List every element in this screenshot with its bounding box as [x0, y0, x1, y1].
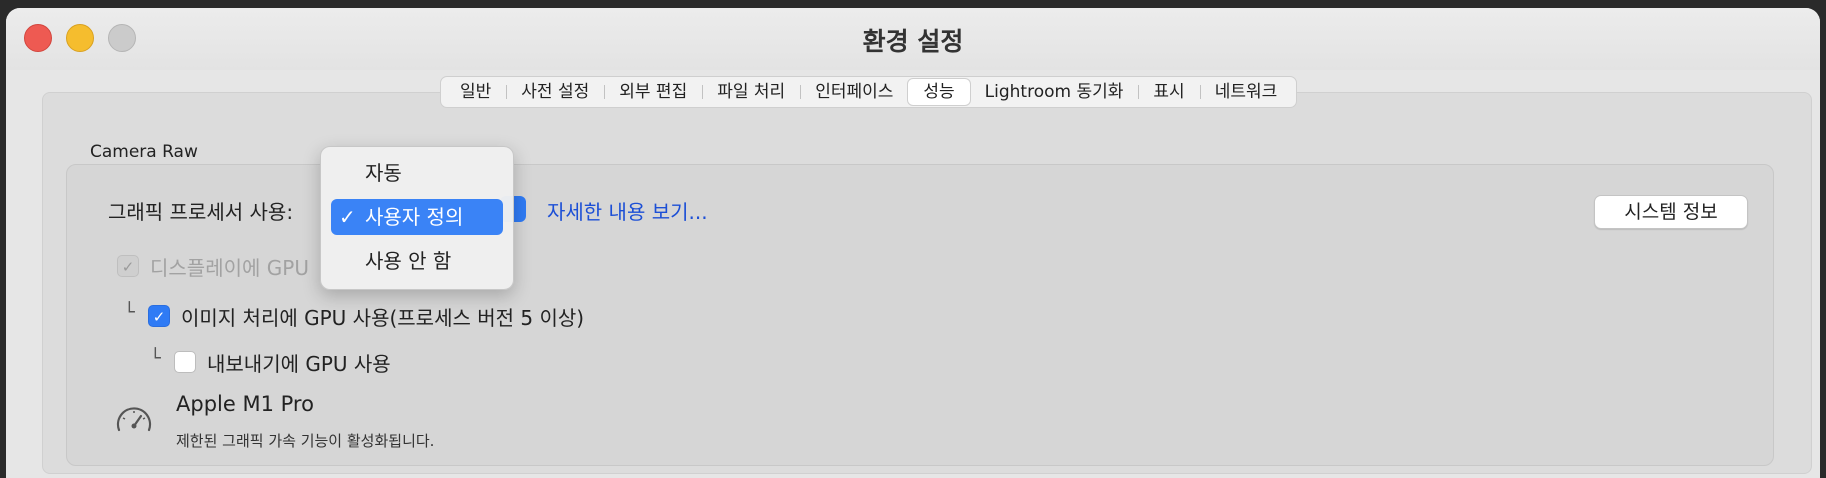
system-info-button[interactable]: 시스템 정보: [1594, 195, 1748, 229]
window-title: 환경 설정: [862, 27, 964, 56]
tab-external-editing[interactable]: 외부 편집: [604, 79, 702, 105]
tab-display[interactable]: 표시: [1138, 79, 1199, 105]
export-gpu-checkbox[interactable]: [174, 351, 196, 373]
menu-item-custom[interactable]: ✓ 사용자 정의: [331, 199, 503, 235]
tree-connector: └: [150, 348, 161, 369]
tab-interface[interactable]: 인터페이스: [800, 79, 908, 105]
export-gpu-label: 내보내기에 GPU 사용: [207, 352, 391, 376]
tab-presets[interactable]: 사전 설정: [506, 79, 604, 105]
tab-general[interactable]: 일반: [445, 79, 506, 105]
menu-item-off[interactable]: 사용 안 함: [331, 243, 503, 279]
tab-network[interactable]: 네트워크: [1199, 79, 1293, 105]
tab-file-handling[interactable]: 파일 처리: [702, 79, 800, 105]
title-bar: 환경 설정: [6, 8, 1820, 70]
menu-item-label: 사용자 정의: [365, 205, 464, 229]
menu-item-label: 자동: [365, 161, 402, 185]
image-processing-gpu-checkbox[interactable]: ✓: [148, 305, 170, 327]
tree-connector: └: [124, 302, 135, 323]
preferences-tab-bar: 일반 사전 설정 외부 편집 파일 처리 인터페이스 성능 Lightroom …: [440, 76, 1298, 108]
camera-raw-section-label: Camera Raw: [90, 142, 198, 162]
image-processing-gpu-label: 이미지 처리에 GPU 사용(프로세스 버전 5 이상): [181, 306, 585, 330]
gpu-usage-dropdown-menu: 자동 ✓ 사용자 정의 사용 안 함: [320, 146, 514, 290]
tab-performance[interactable]: 성능: [908, 79, 970, 105]
details-link[interactable]: 자세한 내용 보기...: [547, 196, 708, 225]
tab-lightroom-sync[interactable]: Lightroom 동기화: [970, 79, 1139, 105]
checkmark-icon: ✓: [339, 205, 356, 229]
gauge-icon: [116, 407, 152, 432]
menu-item-label: 사용 안 함: [365, 249, 452, 273]
gpu-name: Apple M1 Pro: [176, 392, 314, 416]
gpu-usage-label: 그래픽 프로세서 사용:: [108, 200, 294, 224]
display-gpu-checkbox[interactable]: ✓: [117, 255, 139, 277]
menu-item-auto[interactable]: 자동: [331, 155, 503, 191]
display-gpu-label: 디스플레이에 GPU: [150, 256, 309, 280]
gpu-status-text: 제한된 그래픽 가속 기능이 활성화됩니다.: [176, 432, 435, 450]
